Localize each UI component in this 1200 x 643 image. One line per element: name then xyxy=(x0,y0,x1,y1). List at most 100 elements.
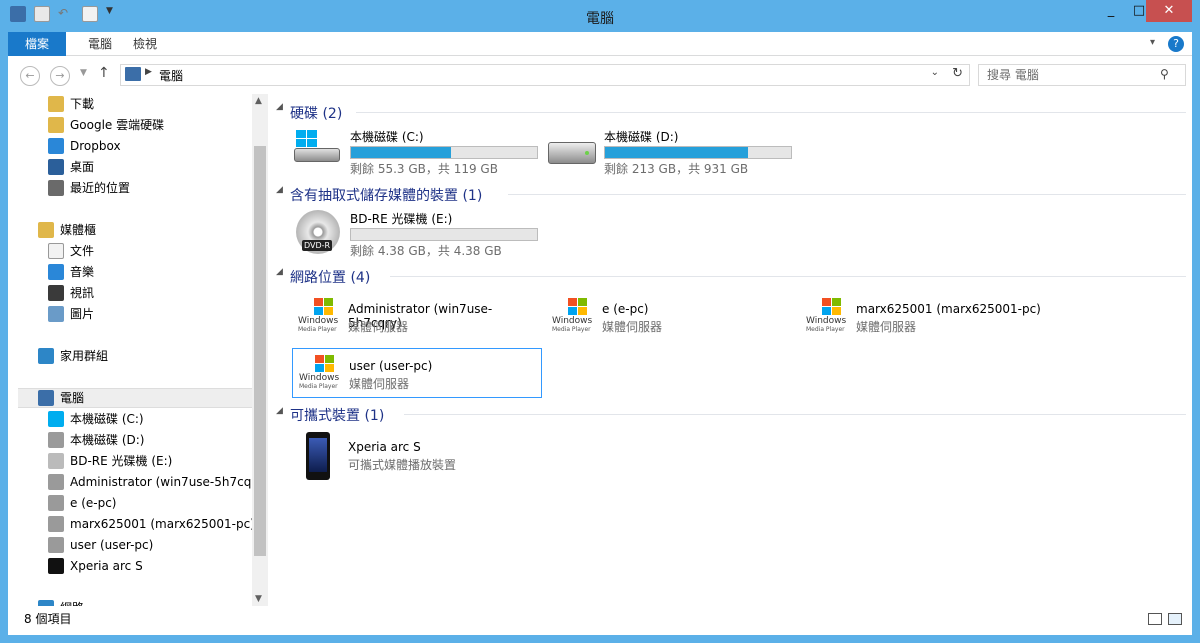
drive-d[interactable]: 本機磁碟 (D:) 剩餘 213 GB，共 931 GB xyxy=(548,128,798,188)
sidebar-item-label: 最近的位置 xyxy=(70,181,131,195)
group-network-chevron-icon[interactable]: ◢ xyxy=(276,267,283,277)
sidebar-item[interactable]: 本機磁碟 (D:) xyxy=(48,430,144,450)
portable-device-xperia[interactable]: Xperia arc S 可攜式媒體播放裝置 xyxy=(292,432,542,490)
group-header-network[interactable]: 網路位置 (4) xyxy=(290,267,370,287)
hard-drive-icon xyxy=(48,432,64,448)
sidebar-item[interactable]: 視訊 xyxy=(48,283,94,303)
scroll-up-icon[interactable]: ▲ xyxy=(255,96,262,106)
wmp-logo-subtext: Media Player xyxy=(806,326,845,333)
network-location-e[interactable]: Windows Media Player e (e-pc) 媒體伺服器 xyxy=(546,298,796,352)
network-location-administrator[interactable]: Windows Media Player Administrator (win7… xyxy=(292,298,542,352)
large-icons-view-icon[interactable] xyxy=(1168,613,1182,625)
group-header-removable[interactable]: 含有抽取式儲存媒體的裝置 (1) xyxy=(290,185,482,205)
sidebar-item[interactable]: 下載 xyxy=(48,94,94,114)
scrollbar-thumb[interactable] xyxy=(254,146,266,556)
expand-ribbon-icon[interactable]: ▾ xyxy=(1150,37,1155,48)
sidebar-item[interactable]: marx625001 (marx625001-pc) xyxy=(48,514,255,534)
sidebar-item-label: user (user-pc) xyxy=(70,538,154,552)
network-location-marx625001[interactable]: Windows Media Player marx625001 (marx625… xyxy=(800,298,1050,352)
drive-usage-bar xyxy=(604,146,792,159)
address-bar[interactable]: ▶ 電腦 ⌄ ↻ xyxy=(120,64,970,86)
sidebar-item[interactable]: BD-RE 光碟機 (E:) xyxy=(48,451,172,471)
disc-drive-icon: DVD-R xyxy=(296,210,340,254)
disc-label: DVD-R xyxy=(302,240,333,251)
tab-view[interactable]: 檢視 xyxy=(121,32,169,56)
network-location-user[interactable]: Windows Media Player user (user-pc) 媒體伺服… xyxy=(292,348,542,398)
sidebar-item-label: 圖片 xyxy=(70,307,95,321)
group-removable-chevron-icon[interactable]: ◢ xyxy=(276,185,283,195)
wmp-logo-text: Windows xyxy=(298,316,339,326)
breadcrumb[interactable]: 電腦 xyxy=(159,67,183,84)
search-input[interactable]: 搜尋 電腦 xyxy=(978,64,1186,86)
sidebar-item[interactable]: Xperia arc S xyxy=(48,556,143,576)
phone-icon xyxy=(306,432,330,480)
network-location-type: 媒體伺服器 xyxy=(348,320,409,334)
sidebar-item-label: 本機磁碟 (D:) xyxy=(70,433,145,447)
tab-file[interactable]: 檔案 xyxy=(8,32,66,56)
sidebar-item[interactable]: e (e-pc) xyxy=(48,493,117,513)
explorer-window: ↶ ▼ 電腦 _ □ ✕ 檔案 電腦 檢視 ▾ ? ← → ▼ ↑ ▶ 電腦 ⌄… xyxy=(0,0,1200,643)
network-location-type: 媒體伺服器 xyxy=(856,320,917,334)
group-header-portable[interactable]: 可攜式裝置 (1) xyxy=(290,405,384,425)
wmp-logo-text: Windows xyxy=(806,316,847,326)
group-header-hdd[interactable]: 硬碟 (2) xyxy=(290,103,342,123)
group-divider xyxy=(390,276,1186,277)
usage-fill xyxy=(351,147,452,158)
videos-icon xyxy=(48,285,64,301)
group-hdd-chevron-icon[interactable]: ◢ xyxy=(276,102,283,112)
sidebar-item[interactable]: Administrator (win7use-5h7cqry) xyxy=(48,472,266,492)
item-count: 8 個項目 xyxy=(24,612,72,626)
navigation-scrollbar[interactable]: ▲ ▼ xyxy=(252,94,268,606)
media-server-icon xyxy=(48,537,64,553)
back-button[interactable]: ← xyxy=(20,66,40,86)
sidebar-item-label: BD-RE 光碟機 (E:) xyxy=(70,454,173,468)
sidebar-item[interactable]: 媒體櫃 xyxy=(38,220,96,240)
search-icon[interactable]: ⚲ xyxy=(1160,67,1169,81)
sidebar-item-label: Administrator (win7use-5h7cqry) xyxy=(70,475,266,489)
details-view-icon[interactable] xyxy=(1148,613,1162,625)
close-button[interactable]: ✕ xyxy=(1146,0,1192,22)
sidebar-item-label: 下載 xyxy=(70,97,95,111)
network-location-type: 媒體伺服器 xyxy=(349,377,410,391)
network-location-name: marx625001 (marx625001-pc) xyxy=(856,302,1041,316)
drive-free-space: 剩餘 213 GB，共 931 GB xyxy=(604,162,749,176)
sidebar-item[interactable]: 文件 xyxy=(48,241,94,261)
computer-icon xyxy=(38,390,54,406)
sidebar-item-label: 桌面 xyxy=(70,160,95,174)
forward-button[interactable]: → xyxy=(50,66,70,86)
drive-e[interactable]: DVD-R BD-RE 光碟機 (E:) 剩餘 4.38 GB，共 4.38 G… xyxy=(294,210,544,270)
sidebar-item-label: e (e-pc) xyxy=(70,496,117,510)
sidebar-item[interactable]: 電腦 xyxy=(18,388,256,408)
refresh-icon[interactable]: ↻ xyxy=(952,66,963,81)
address-bar-row: ← → ▼ ↑ ▶ 電腦 ⌄ ↻ 搜尋 電腦 ⚲ xyxy=(8,56,1192,94)
windows-drive-icon xyxy=(48,411,64,427)
sidebar-item[interactable]: 網路 xyxy=(38,598,84,606)
sidebar-item[interactable]: 圖片 xyxy=(48,304,94,324)
group-divider xyxy=(508,194,1186,195)
up-button[interactable]: ↑ xyxy=(98,65,110,81)
sidebar-item[interactable]: 音樂 xyxy=(48,262,94,282)
usage-fill xyxy=(605,147,749,158)
media-server-icon xyxy=(48,516,64,532)
sidebar-item[interactable]: Google 雲端硬碟 xyxy=(48,115,164,135)
sidebar-item[interactable]: 家用群組 xyxy=(38,346,108,366)
group-divider xyxy=(404,414,1186,415)
minimize-button[interactable]: _ xyxy=(1096,0,1126,22)
scroll-down-icon[interactable]: ▼ xyxy=(255,594,262,604)
music-icon xyxy=(48,264,64,280)
breadcrumb-separator-icon[interactable]: ▶ xyxy=(145,67,152,77)
windows-media-player-icon: Windows Media Player xyxy=(806,298,846,338)
recent-locations-icon[interactable]: ▼ xyxy=(80,68,87,78)
group-portable-chevron-icon[interactable]: ◢ xyxy=(276,406,283,416)
drive-c[interactable]: 本機磁碟 (C:) 剩餘 55.3 GB，共 119 GB xyxy=(294,128,544,188)
sidebar-item-label: 視訊 xyxy=(70,286,95,300)
sidebar-item[interactable]: 桌面 xyxy=(48,157,94,177)
sidebar-item[interactable]: 最近的位置 xyxy=(48,178,130,198)
help-icon[interactable]: ? xyxy=(1168,36,1184,52)
tab-computer[interactable]: 電腦 xyxy=(76,32,124,56)
sidebar-item[interactable]: user (user-pc) xyxy=(48,535,153,555)
sidebar-item[interactable]: Dropbox xyxy=(48,136,121,156)
sidebar-item[interactable]: 本機磁碟 (C:) xyxy=(48,409,144,429)
address-dropdown-icon[interactable]: ⌄ xyxy=(931,67,939,78)
sidebar-item-label: 音樂 xyxy=(70,265,95,279)
